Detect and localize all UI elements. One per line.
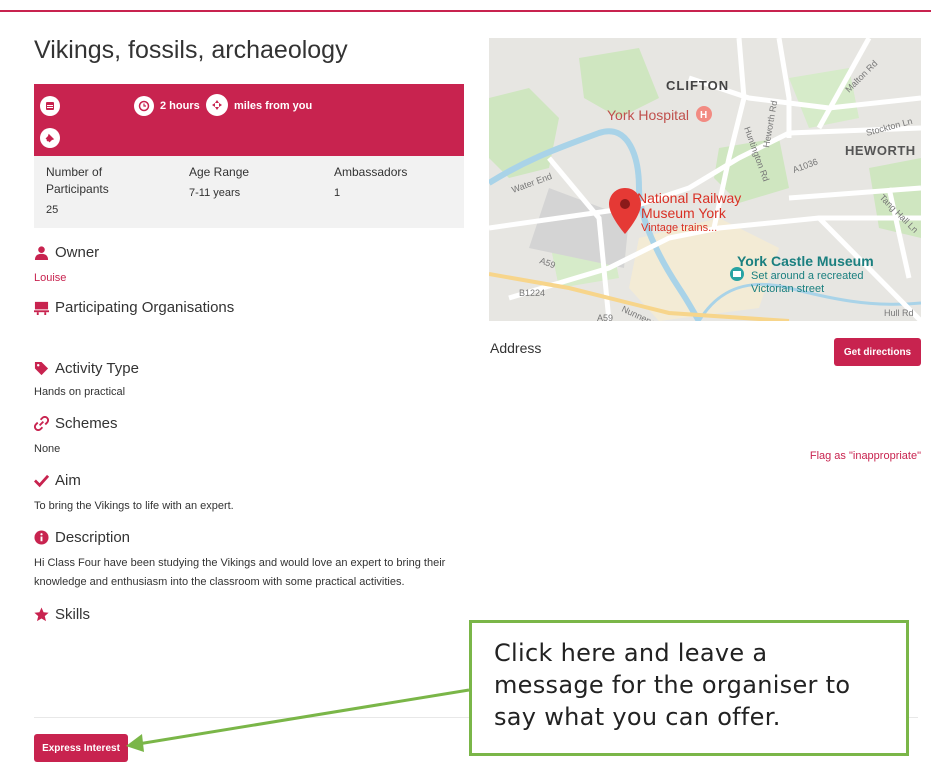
aim-value: To bring the Vikings to life with an exp… [34,500,234,512]
pin-icon [40,128,60,148]
callout-annotation: Click here and leave a message for the o… [469,620,909,756]
calendar-icon [40,96,60,116]
activity-info-table: Number of Participants 25 Age Range 7-11… [34,156,464,228]
activity-details: Vikings, fossils, archaeology 2 hours mi… [34,30,464,623]
flag-inappropriate-link[interactable]: Flag as "inappropriate" [810,450,921,462]
activity-summary-bar: 2 hours miles from you [34,84,464,156]
map-label-ycm-2: Set around a recreated [751,270,864,282]
svg-text:Hull Rd: Hull Rd [884,308,914,318]
svg-text:A59: A59 [597,313,613,321]
participants-value: 25 [46,204,59,216]
age-range-label: Age Range [189,165,250,179]
tag-icon [34,361,49,376]
schemes-value: None [34,443,61,455]
page-title: Vikings, fossils, archaeology [34,36,348,64]
map[interactable]: CLIFTON York Hospital H HEWORTH National… [489,38,921,321]
aim-heading: Aim [34,472,464,489]
star-icon [34,607,49,622]
map-label-ycm-3: Victorian street [751,283,824,295]
description-heading: Description [34,529,464,546]
distance-text: miles from you [234,100,313,112]
description-value: Hi Class Four have been studying the Vik… [34,557,446,588]
info-icon [34,530,49,545]
check-icon [34,474,49,488]
schemes-heading: Schemes [34,415,464,432]
owner-heading: Owner [34,244,464,261]
activity-type-value: Hands on practical [34,386,126,398]
duration-text: 2 hours [160,100,200,112]
link-icon [34,416,49,431]
svg-text:B1224: B1224 [519,288,545,298]
svg-text:H: H [700,110,707,121]
age-range-value: 7-11 years [189,187,241,199]
map-label-york-hospital: York Hospital [607,107,689,123]
skills-heading: Skills [34,606,464,623]
express-interest-button[interactable]: Express Interest [34,734,128,762]
address-label: Address [490,340,542,356]
clock-icon [134,96,154,116]
ambassadors-value: 1 [334,187,341,199]
ambassadors-label: Ambassadors [334,165,408,179]
top-accent-line [0,10,931,12]
school-icon [34,301,49,315]
map-label-nrm-2: Museum York [641,205,727,221]
participants-label: Number of Participants [46,165,109,196]
map-label-nrm-3: Vintage trains... [641,222,717,234]
owner-name[interactable]: Louise [34,269,464,287]
map-label-nrm-1: National Railway [637,190,741,206]
map-graphic: CLIFTON York Hospital H HEWORTH National… [489,38,921,321]
map-label-york-castle-museum: York Castle Museum [737,253,874,269]
map-label-heworth: HEWORTH [845,143,916,158]
museum-marker-icon [730,267,744,281]
organisations-heading: Participating Organisations [34,299,464,316]
location-arrows-icon [206,94,228,116]
activity-type-heading: Activity Type [34,360,464,377]
get-directions-button[interactable]: Get directions [834,338,921,366]
user-icon [34,246,49,260]
map-label-clifton: CLIFTON [666,78,729,93]
